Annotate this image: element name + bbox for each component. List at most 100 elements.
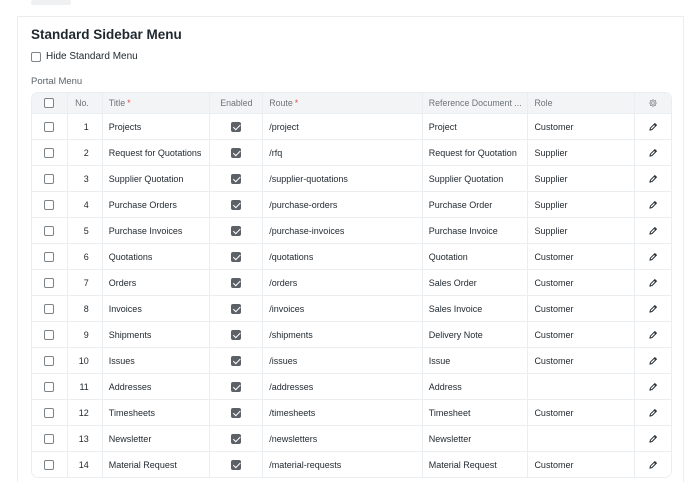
row-select-checkbox[interactable] bbox=[44, 355, 55, 366]
gear-icon[interactable] bbox=[648, 98, 658, 108]
row-title[interactable]: Orders bbox=[103, 270, 211, 295]
row-enabled-checkbox[interactable] bbox=[231, 329, 242, 340]
row-title[interactable]: Invoices bbox=[103, 296, 211, 321]
row-select-checkbox[interactable] bbox=[44, 199, 55, 210]
edit-icon[interactable] bbox=[648, 330, 658, 340]
table-row[interactable]: 8 Invoices/invoices Sales Invoice Customer bbox=[32, 295, 671, 321]
edit-icon[interactable] bbox=[648, 356, 658, 366]
edit-icon[interactable] bbox=[648, 252, 658, 262]
row-select-checkbox[interactable] bbox=[44, 251, 55, 262]
table-row[interactable]: 10 Issues/issues Issue Customer bbox=[32, 347, 671, 373]
column-header-title[interactable]: Title * bbox=[103, 93, 211, 113]
edit-icon[interactable] bbox=[648, 382, 658, 392]
edit-icon[interactable] bbox=[648, 174, 658, 184]
table-row[interactable]: 13 Newsletter/newsletters Newsletter bbox=[32, 425, 671, 451]
row-reference-document[interactable]: Delivery Note bbox=[423, 322, 529, 347]
row-route[interactable]: /purchase-invoices bbox=[263, 218, 423, 243]
row-reference-document[interactable]: Sales Invoice bbox=[423, 296, 529, 321]
row-title[interactable]: Timesheets bbox=[103, 400, 211, 425]
row-reference-document[interactable]: Supplier Quotation bbox=[423, 166, 529, 191]
row-role[interactable]: Customer bbox=[528, 296, 636, 321]
row-title[interactable]: Shipments bbox=[103, 322, 211, 347]
row-enabled-checkbox[interactable] bbox=[231, 459, 242, 470]
row-title[interactable]: Addresses bbox=[103, 374, 211, 399]
table-row[interactable]: 12 Timesheets/timesheets Timesheet Customer bbox=[32, 399, 671, 425]
row-enabled-checkbox[interactable] bbox=[231, 173, 242, 184]
row-role[interactable]: Supplier bbox=[528, 166, 636, 191]
table-row[interactable]: 3 Supplier Quotation/supplier-quotations S… bbox=[32, 165, 671, 191]
row-route[interactable]: /quotations bbox=[263, 244, 423, 269]
row-role[interactable]: Supplier bbox=[528, 140, 636, 165]
row-title[interactable]: Projects bbox=[103, 114, 211, 139]
row-role[interactable]: Customer bbox=[528, 244, 636, 269]
row-route[interactable]: /rfq bbox=[263, 140, 423, 165]
row-role[interactable] bbox=[528, 426, 636, 451]
row-reference-document[interactable]: Issue bbox=[423, 348, 529, 373]
edit-icon[interactable] bbox=[648, 148, 658, 158]
table-row[interactable]: 4 Purchase Orders/purchase-orders Purchase… bbox=[32, 191, 671, 217]
row-select-checkbox[interactable] bbox=[44, 303, 55, 314]
row-enabled-checkbox[interactable] bbox=[231, 407, 242, 418]
row-route[interactable]: /newsletters bbox=[263, 426, 423, 451]
row-enabled-checkbox[interactable] bbox=[231, 147, 242, 158]
row-select-checkbox[interactable] bbox=[44, 329, 55, 340]
row-route[interactable]: /material-requests bbox=[263, 452, 423, 477]
row-role[interactable]: Customer bbox=[528, 452, 636, 477]
table-row[interactable]: 5 Purchase Invoices/purchase-invoices Purc… bbox=[32, 217, 671, 243]
row-reference-document[interactable]: Quotation bbox=[423, 244, 529, 269]
row-select-checkbox[interactable] bbox=[44, 121, 55, 132]
row-enabled-checkbox[interactable] bbox=[231, 121, 242, 132]
select-all-checkbox[interactable] bbox=[44, 98, 55, 108]
table-row[interactable]: 7 Orders/orders Sales Order Customer bbox=[32, 269, 671, 295]
row-select-checkbox[interactable] bbox=[44, 147, 55, 158]
edit-icon[interactable] bbox=[648, 278, 658, 288]
row-role[interactable]: Customer bbox=[528, 270, 636, 295]
row-reference-document[interactable]: Material Request bbox=[423, 452, 529, 477]
row-select-checkbox[interactable] bbox=[44, 277, 55, 288]
row-enabled-checkbox[interactable] bbox=[231, 381, 242, 392]
row-reference-document[interactable]: Sales Order bbox=[423, 270, 529, 295]
row-reference-document[interactable]: Address bbox=[423, 374, 529, 399]
row-enabled-checkbox[interactable] bbox=[231, 199, 242, 210]
row-reference-document[interactable]: Timesheet bbox=[423, 400, 529, 425]
row-enabled-checkbox[interactable] bbox=[231, 277, 242, 288]
row-select-checkbox[interactable] bbox=[44, 407, 55, 418]
row-route[interactable]: /orders bbox=[263, 270, 423, 295]
row-role[interactable]: Supplier bbox=[528, 192, 636, 217]
row-select-checkbox[interactable] bbox=[44, 459, 55, 470]
table-row[interactable]: 9 Shipments/shipments Delivery Note Custome… bbox=[32, 321, 671, 347]
edit-icon[interactable] bbox=[648, 122, 658, 132]
row-reference-document[interactable]: Project bbox=[423, 114, 529, 139]
row-route[interactable]: /timesheets bbox=[263, 400, 423, 425]
row-title[interactable]: Material Request bbox=[103, 452, 211, 477]
row-route[interactable]: /project bbox=[263, 114, 423, 139]
hide-standard-menu-checkbox[interactable] bbox=[31, 51, 41, 62]
row-enabled-checkbox[interactable] bbox=[231, 251, 242, 262]
row-title[interactable]: Purchase Invoices bbox=[103, 218, 211, 243]
row-title[interactable]: Issues bbox=[103, 348, 211, 373]
row-reference-document[interactable]: Request for Quotation bbox=[423, 140, 529, 165]
column-header-route[interactable]: Route * bbox=[263, 93, 423, 113]
table-row[interactable]: 1 Projects/project Project Customer bbox=[32, 113, 671, 139]
row-enabled-checkbox[interactable] bbox=[231, 225, 242, 236]
row-select-checkbox[interactable] bbox=[44, 381, 55, 392]
row-route[interactable]: /addresses bbox=[263, 374, 423, 399]
row-role[interactable] bbox=[528, 374, 636, 399]
row-enabled-checkbox[interactable] bbox=[231, 433, 242, 444]
row-reference-document[interactable]: Newsletter bbox=[423, 426, 529, 451]
row-route[interactable]: /issues bbox=[263, 348, 423, 373]
row-title[interactable]: Purchase Orders bbox=[103, 192, 211, 217]
row-role[interactable]: Supplier bbox=[528, 218, 636, 243]
row-enabled-checkbox[interactable] bbox=[231, 303, 242, 314]
row-role[interactable]: Customer bbox=[528, 348, 636, 373]
edit-icon[interactable] bbox=[648, 200, 658, 210]
edit-icon[interactable] bbox=[648, 434, 658, 444]
row-select-checkbox[interactable] bbox=[44, 173, 55, 184]
row-reference-document[interactable]: Purchase Invoice bbox=[423, 218, 529, 243]
row-role[interactable]: Customer bbox=[528, 114, 636, 139]
row-title[interactable]: Supplier Quotation bbox=[103, 166, 211, 191]
table-row[interactable]: 14 Material Request/material-requests Mate… bbox=[32, 451, 671, 477]
table-row[interactable]: 6 Quotations/quotations Quotation Customer bbox=[32, 243, 671, 269]
row-select-checkbox[interactable] bbox=[44, 225, 55, 236]
row-route[interactable]: /invoices bbox=[263, 296, 423, 321]
